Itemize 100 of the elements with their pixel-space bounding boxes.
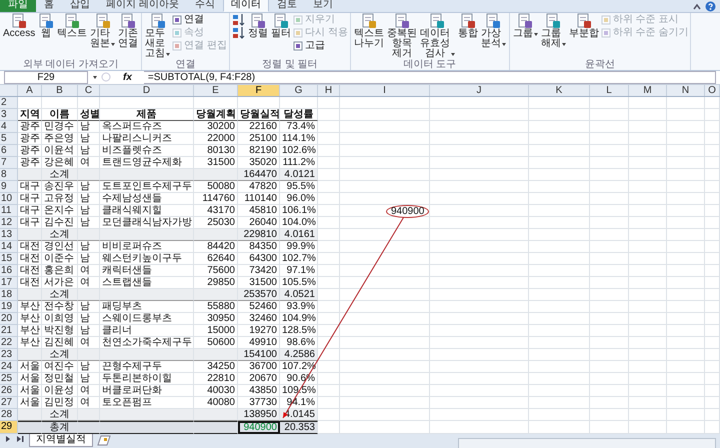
empty-cell: [318, 361, 340, 373]
empty-cell: [667, 193, 705, 205]
table-cell[interactable]: 940900: [238, 421, 280, 434]
table-cell: 대전: [18, 253, 42, 265]
ribbon-button[interactable]: 고급: [293, 39, 348, 52]
row-header[interactable]: 3: [0, 109, 18, 121]
table-cell: 남: [78, 193, 100, 205]
empty-cell: [590, 193, 629, 205]
empty-cell: [667, 109, 705, 121]
row-header[interactable]: 22: [0, 337, 18, 349]
ribbon-button[interactable]: 텍스트 나누기: [352, 13, 385, 49]
row-header[interactable]: 28: [0, 409, 18, 421]
column-header[interactable]: K: [529, 85, 590, 96]
group-label: 정렬 및 필터: [261, 59, 319, 70]
row-header[interactable]: 27: [0, 397, 18, 409]
sort-button[interactable]: [232, 26, 246, 39]
row-header[interactable]: 10: [0, 193, 18, 205]
sort-icon: [232, 26, 246, 39]
row-header[interactable]: 7: [0, 157, 18, 169]
empty-cell: [629, 229, 667, 241]
ribbon-button[interactable]: 중복된 항목 제거: [386, 13, 418, 59]
ribbon-button[interactable]: 그룹 해제: [540, 13, 567, 49]
row-header[interactable]: 2: [0, 97, 18, 109]
table-cell: 부산: [18, 301, 42, 313]
ribbon-button[interactable]: 기타 원본: [89, 13, 116, 49]
empty-cell: [318, 265, 340, 277]
column-header[interactable]: N: [667, 85, 705, 96]
column-header[interactable]: M: [629, 85, 667, 96]
ribbon-button[interactable]: 정렬: [247, 13, 270, 39]
table-cell: 옥스퍼드슈즈: [100, 121, 194, 133]
row-header[interactable]: 19: [0, 301, 18, 313]
ribbon-button[interactable]: 통합: [456, 13, 479, 39]
group-label: 윤곽선: [584, 59, 616, 70]
column-header[interactable]: I: [340, 85, 430, 96]
function-button[interactable]: fx: [115, 71, 140, 84]
table-cell: 여: [78, 265, 100, 277]
table-cell: 25100: [238, 133, 280, 145]
sheet-tab[interactable]: 지역별실적: [29, 434, 93, 447]
column-header[interactable]: D: [100, 85, 194, 96]
table-cell: 75600: [194, 265, 238, 277]
column-header[interactable]: G: [280, 85, 318, 96]
row-header[interactable]: 24: [0, 361, 18, 373]
formula-field[interactable]: =SUBTOTAL(9, F4:F28): [144, 71, 716, 84]
row-header[interactable]: 16: [0, 265, 18, 277]
row-header[interactable]: 29: [0, 421, 18, 434]
empty-cell: [667, 265, 705, 277]
row-header[interactable]: 26: [0, 385, 18, 397]
table-cell: 73.4%: [280, 121, 318, 133]
ribbon-button[interactable]: 모두 새로 고침: [144, 13, 172, 59]
ribbon-button[interactable]: 웹: [37, 13, 56, 39]
row-header[interactable]: 4: [0, 121, 18, 133]
row-header[interactable]: 17: [0, 277, 18, 289]
row-header[interactable]: 6: [0, 145, 18, 157]
ribbon-button[interactable]: Access: [2, 13, 36, 39]
name-box[interactable]: F29: [4, 71, 88, 84]
ribbon-button[interactable]: 필터: [270, 13, 292, 39]
column-header[interactable]: J: [430, 85, 529, 96]
row-header[interactable]: 13: [0, 229, 18, 241]
table-cell: 소계: [42, 409, 78, 421]
empty-cell: [629, 181, 667, 193]
column-header[interactable]: H: [318, 85, 340, 96]
ribbon-button[interactable]: 연결: [172, 13, 228, 26]
empty-cell: [705, 349, 720, 361]
ribbon-button[interactable]: 텍스트: [56, 13, 88, 39]
row-header[interactable]: 25: [0, 373, 18, 385]
horizontal-scrollbar[interactable]: [458, 438, 716, 448]
row-header[interactable]: 9: [0, 181, 18, 193]
column-header[interactable]: O: [705, 85, 720, 96]
table-cell: 남: [78, 325, 100, 337]
row-header[interactable]: 15: [0, 253, 18, 265]
table-cell: 99.9%: [280, 241, 318, 253]
ribbon-button[interactable]: 가상 분석: [480, 13, 507, 49]
column-header[interactable]: C: [78, 85, 100, 96]
table-cell: 송진우: [42, 181, 78, 193]
ribbon-button[interactable]: 그룹: [512, 13, 539, 39]
column-header[interactable]: L: [590, 85, 629, 96]
row-header[interactable]: 20: [0, 313, 18, 325]
sort-button[interactable]: [232, 13, 246, 26]
row-header[interactable]: 21: [0, 325, 18, 337]
row-header[interactable]: 12: [0, 217, 18, 229]
table-cell: 104.9%: [280, 313, 318, 325]
ribbon-button[interactable]: 데이터 유효성 검사: [418, 13, 456, 59]
empty-cell: [629, 193, 667, 205]
empty-cell: [318, 181, 340, 193]
table-cell: 패딩부츠: [100, 301, 194, 313]
row-header[interactable]: 18: [0, 289, 18, 301]
row-header[interactable]: 23: [0, 349, 18, 361]
column-header[interactable]: B: [42, 85, 78, 96]
row-header[interactable]: 11: [0, 205, 18, 217]
row-header[interactable]: 14: [0, 241, 18, 253]
row-header[interactable]: 8: [0, 169, 18, 181]
column-header[interactable]: A: [18, 85, 42, 96]
ribbon-button[interactable]: 부분합: [568, 13, 600, 39]
row-header[interactable]: 5: [0, 133, 18, 145]
ribbon-button[interactable]: 기존 연결: [117, 13, 140, 49]
group-label: 외부 데이터 가져오기: [22, 59, 120, 70]
empty-cell: [590, 397, 629, 409]
caret-icon[interactable]: [93, 76, 97, 79]
empty-cell: [529, 205, 590, 217]
column-header[interactable]: F: [238, 85, 280, 96]
